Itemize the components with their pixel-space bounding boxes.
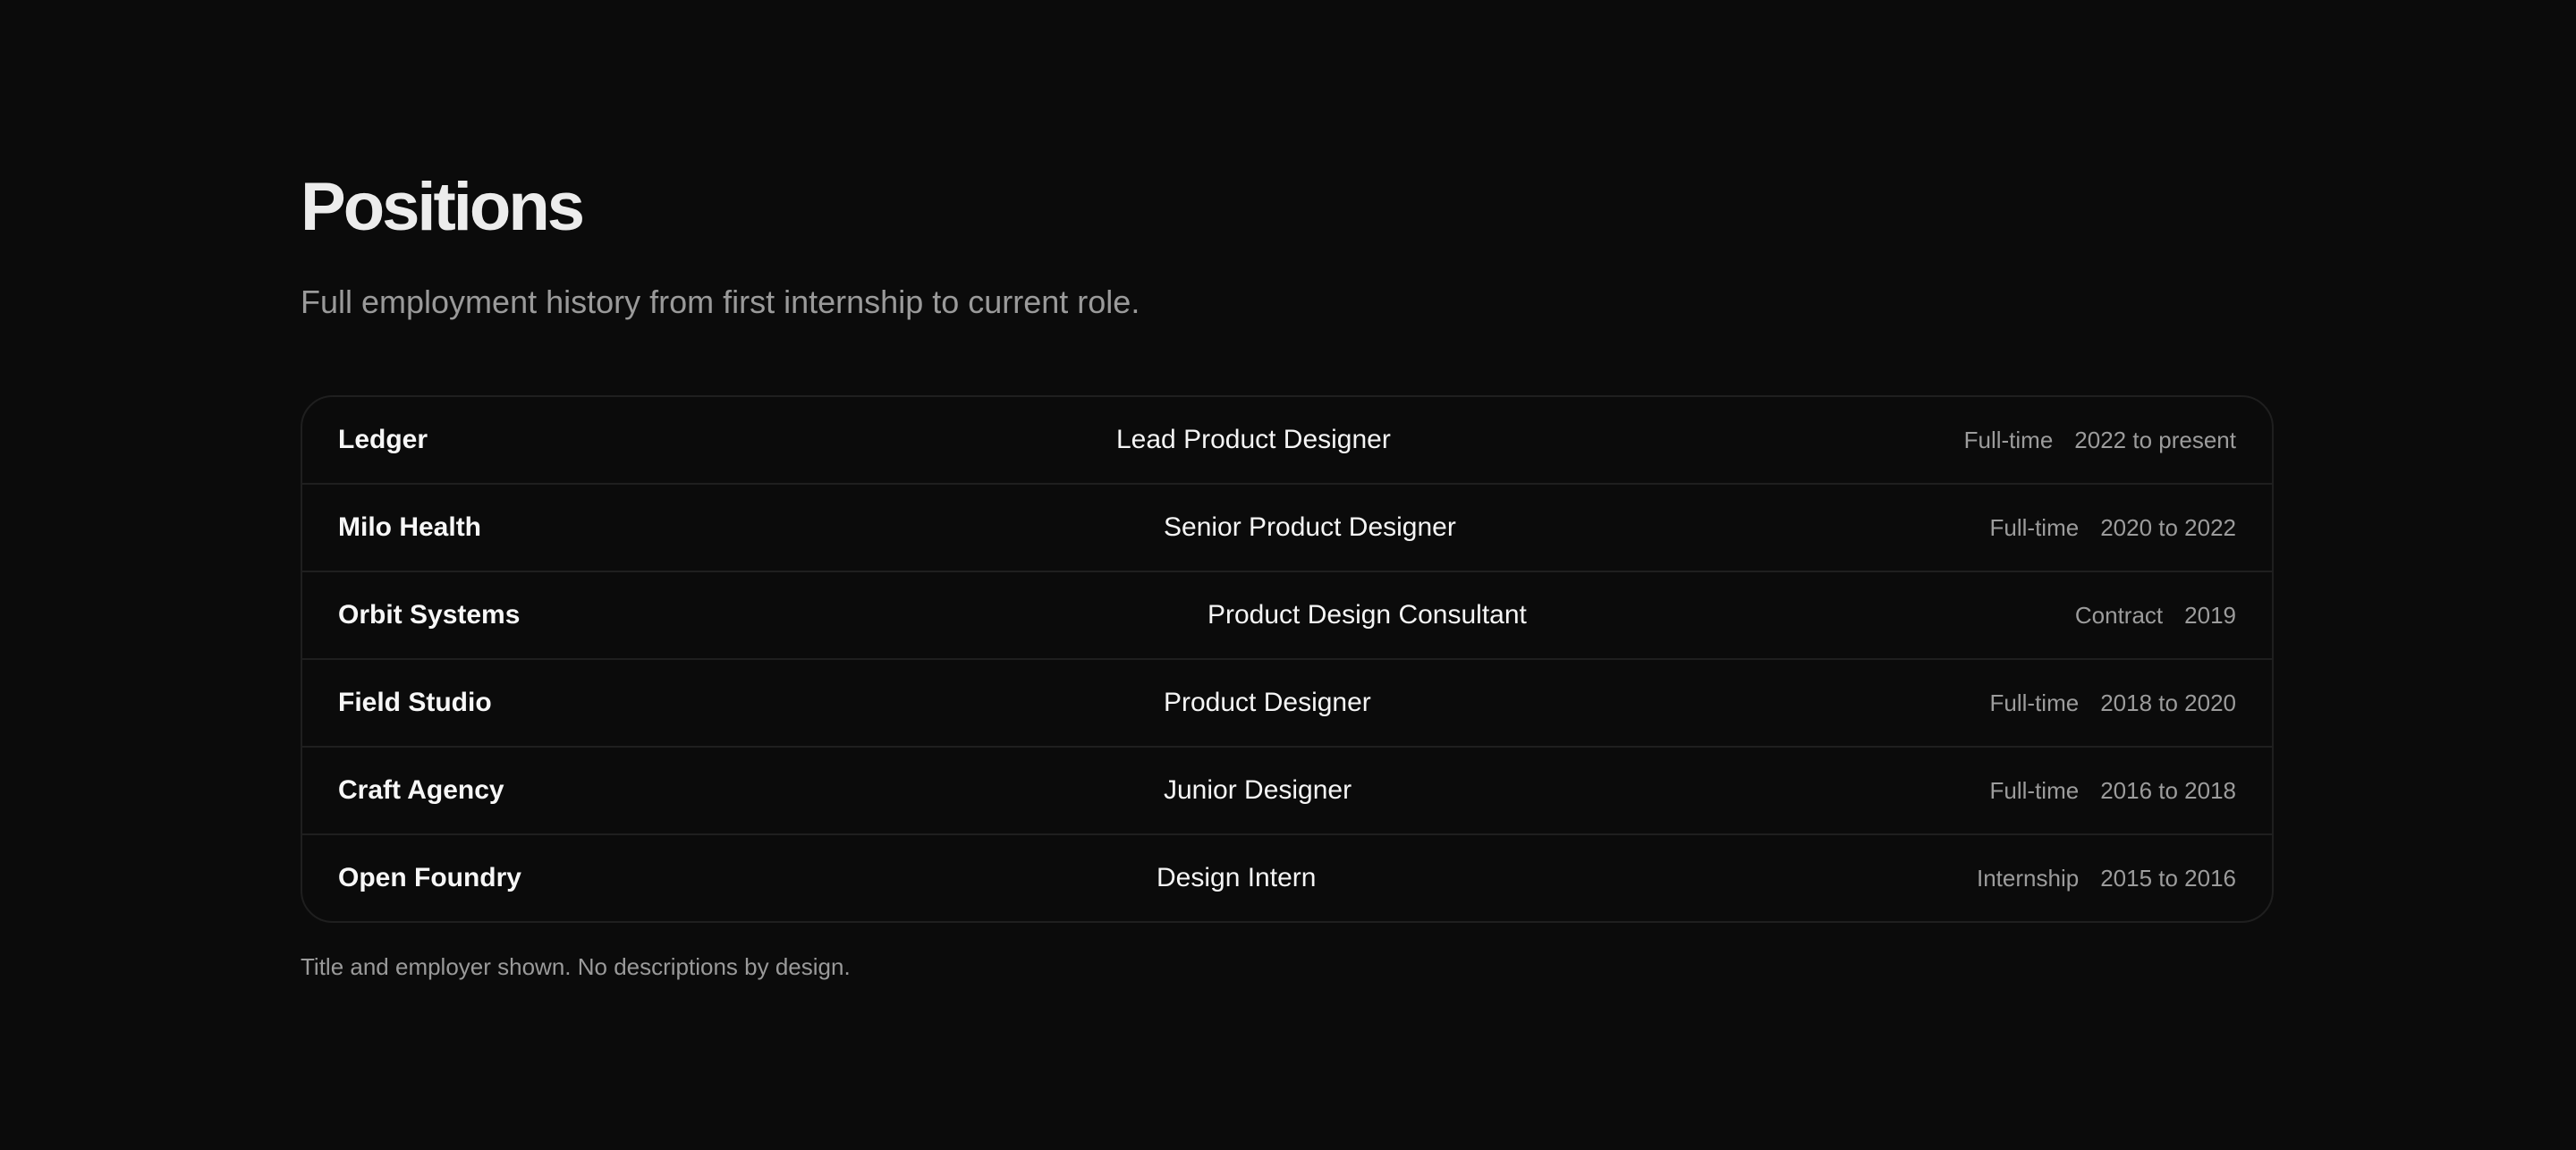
position-row-orbit-systems: Orbit Systems Product Design Consultant … xyxy=(302,572,2272,660)
position-meta: Full-time 2020 to 2022 xyxy=(1990,485,2236,571)
employment-type: Full-time xyxy=(1989,513,2080,541)
employer-name: Open Foundry xyxy=(338,863,521,892)
employment-type: Full-time xyxy=(1989,776,2080,804)
employment-type: Full-time xyxy=(1989,689,2080,716)
position-meta: Full-time 2018 to 2020 xyxy=(1990,660,2236,746)
employment-type: Contract xyxy=(2074,601,2164,629)
employment-period: 2020 to 2022 xyxy=(2100,513,2236,541)
position-meta: Full-time 2016 to 2018 xyxy=(1990,748,2236,833)
position-meta: Contract 2019 xyxy=(2075,572,2236,658)
employer-name: Field Studio xyxy=(338,688,492,717)
employment-type: Full-time xyxy=(1963,426,2054,453)
employer-name: Craft Agency xyxy=(338,775,504,805)
page-title: Positions xyxy=(301,169,585,245)
employment-period: 2019 xyxy=(2184,601,2236,629)
employer-name: Ledger xyxy=(338,425,428,454)
employment-period: 2016 to 2018 xyxy=(2100,776,2236,804)
position-row-open-foundry: Open Foundry Design Intern Internship 20… xyxy=(302,835,2272,921)
employer-name: Orbit Systems xyxy=(338,600,521,630)
position-title: Product Design Consultant xyxy=(1208,600,1527,630)
position-title: Junior Designer xyxy=(1164,775,1352,805)
employment-period: 2018 to 2020 xyxy=(2100,689,2236,716)
page: Positions Full employment history from f… xyxy=(0,0,2576,1150)
position-title: Senior Product Designer xyxy=(1164,512,1456,542)
table-footnote: Title and employer shown. No description… xyxy=(301,953,851,980)
employment-type: Internship xyxy=(1977,864,2080,892)
position-row-milo-health: Milo Health Senior Product Designer Full… xyxy=(302,485,2272,572)
position-title: Design Intern xyxy=(1157,863,1317,892)
page-subtitle: Full employment history from first inter… xyxy=(301,283,1140,320)
position-meta: Full-time 2022 to present xyxy=(1964,397,2236,483)
positions-section: Positions Full employment history from f… xyxy=(301,161,2275,981)
position-row-craft-agency: Craft Agency Junior Designer Full-time 2… xyxy=(302,748,2272,835)
position-title: Product Designer xyxy=(1164,688,1371,717)
position-row-field-studio: Field Studio Product Designer Full-time … xyxy=(302,660,2272,748)
position-meta: Internship 2015 to 2016 xyxy=(1977,835,2236,921)
position-row-ledger: Ledger Lead Product Designer Full-time 2… xyxy=(302,397,2272,485)
employer-name: Milo Health xyxy=(338,512,482,542)
position-title: Lead Product Designer xyxy=(1116,425,1391,454)
positions-table: Ledger Lead Product Designer Full-time 2… xyxy=(301,395,2274,923)
employment-period: 2015 to 2016 xyxy=(2100,864,2236,892)
employment-period: 2022 to present xyxy=(2074,426,2236,453)
